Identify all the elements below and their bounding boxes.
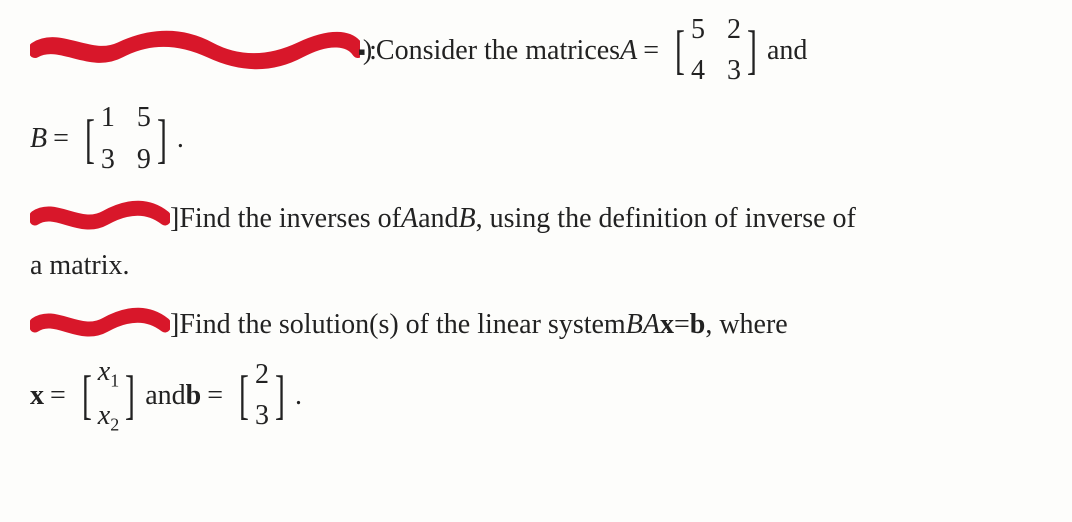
A-0-0: 5 (691, 10, 705, 49)
b-1: 3 (255, 396, 269, 435)
A-ref: A (401, 199, 418, 238)
dot-1: . (177, 119, 184, 158)
text-and-3: and (145, 376, 185, 415)
text-consider: Consider the matrices (376, 31, 620, 70)
matrix-A: [ 5 2 4 3 ] (671, 10, 761, 90)
B-ref: B (459, 199, 476, 238)
A-0-1: 2 (727, 10, 741, 49)
problem-line-4: a matrix. (30, 246, 1042, 285)
matrix-B: [ 1 5 3 9 ] (81, 98, 171, 178)
problem-line-5: ] Find the solution(s) of the linear sys… (30, 305, 1042, 344)
x1: x1 (98, 352, 119, 394)
text-a-matrix: a matrix. (30, 246, 130, 285)
vector-x: [ x1 x2 ] (78, 352, 139, 438)
equals-3: = (674, 305, 690, 344)
b-bold: b (690, 305, 706, 344)
b-label: b (186, 376, 202, 415)
B-0-1: 5 (137, 98, 151, 137)
B-0-0: 1 (101, 98, 115, 137)
redaction-3 (30, 307, 170, 343)
matrix-A-label: A (620, 31, 637, 70)
B-1-0: 3 (101, 140, 115, 179)
text-rest: , using the definition of inverse of (476, 199, 856, 238)
text-find-inverses: Find the inverses of (179, 199, 401, 238)
problem-line-1: ▪): Consider the matrices A = [ 5 2 4 3 … (30, 10, 1042, 90)
problem-line-3: ] Find the inverses of A and B , using t… (30, 199, 1042, 238)
redaction-1 (30, 30, 360, 70)
equals-1: = (643, 31, 659, 70)
B-1-1: 9 (137, 140, 151, 179)
x-label: x (30, 376, 44, 415)
equals-2: = (53, 119, 69, 158)
vector-b: [ 2 3 ] (235, 355, 289, 435)
x2: x2 (98, 396, 119, 438)
text-and: and (767, 31, 807, 70)
bracket-close-1: ] (170, 199, 179, 238)
text-and-2: and (418, 199, 458, 238)
problem-line-6: x = [ x1 x2 ] and b = [ 2 3 ] . (30, 352, 1042, 438)
bracket-close-2: ] (170, 305, 179, 344)
matrix-B-label: B (30, 119, 47, 158)
A-1-1: 3 (727, 51, 741, 90)
x-bold: x (660, 305, 674, 344)
redaction-2 (30, 200, 170, 236)
text-find-solution: Find the solution(s) of the linear syste… (179, 305, 625, 344)
b-0: 2 (255, 355, 269, 394)
dot-2: . (295, 376, 302, 415)
equals-5: = (207, 376, 223, 415)
equals-4: = (50, 376, 66, 415)
A-1-0: 4 (691, 51, 705, 90)
text-where: , where (705, 305, 787, 344)
BA-ref: BA (626, 305, 660, 344)
partial-label-suffix: ▪): (358, 31, 374, 70)
problem-line-2: B = [ 1 5 3 9 ] . (30, 98, 1042, 178)
